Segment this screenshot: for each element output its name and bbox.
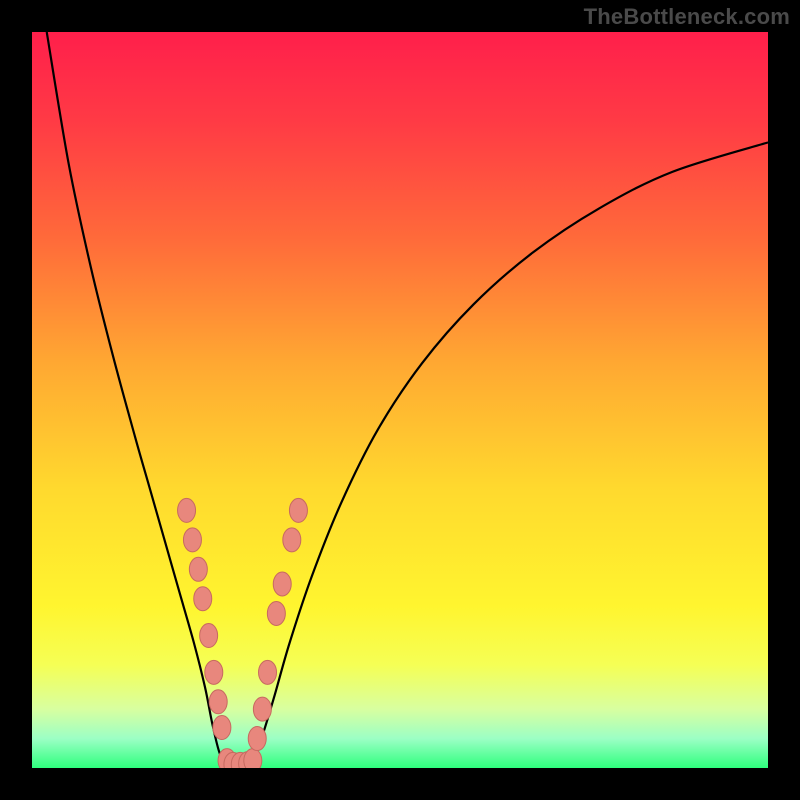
marker-dot	[194, 587, 212, 611]
marker-dot	[273, 572, 291, 596]
background-gradient	[32, 32, 768, 768]
marker-dot	[283, 528, 301, 552]
marker-dot	[253, 697, 271, 721]
marker-dot	[200, 624, 218, 648]
marker-dot	[178, 498, 196, 522]
marker-dot	[248, 727, 266, 751]
chart-frame: TheBottleneck.com	[0, 0, 800, 800]
marker-dot	[209, 690, 227, 714]
marker-dot	[259, 660, 277, 684]
marker-dot	[244, 749, 262, 768]
marker-dot	[205, 660, 223, 684]
plot-area	[32, 32, 768, 768]
marker-dot	[267, 601, 285, 625]
marker-dot	[213, 716, 231, 740]
marker-dot	[189, 557, 207, 581]
chart-svg	[32, 32, 768, 768]
marker-dot	[289, 498, 307, 522]
watermark-text: TheBottleneck.com	[584, 4, 790, 30]
marker-dot	[183, 528, 201, 552]
